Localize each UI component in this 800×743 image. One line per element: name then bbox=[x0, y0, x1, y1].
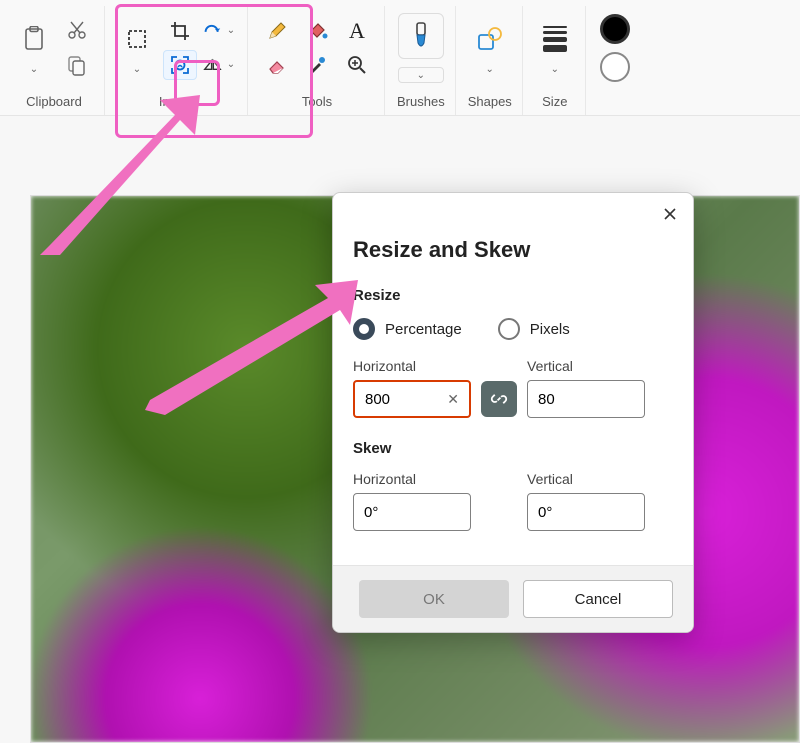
ok-button[interactable]: OK bbox=[359, 580, 509, 618]
image-label: Image bbox=[159, 94, 195, 109]
radio-indicator-selected bbox=[353, 318, 375, 340]
color-picker-tool[interactable] bbox=[300, 50, 334, 80]
paste-icon bbox=[23, 26, 45, 52]
shapes-icon bbox=[476, 26, 504, 52]
shapes-label: Shapes bbox=[468, 94, 512, 109]
copy-button[interactable] bbox=[60, 51, 94, 81]
link-icon bbox=[490, 390, 508, 408]
dialog-title: Resize and Skew bbox=[353, 237, 673, 263]
skew-horizontal-input[interactable]: 0° bbox=[353, 493, 471, 531]
fill-tool[interactable] bbox=[300, 16, 334, 46]
size-button[interactable] bbox=[535, 20, 575, 58]
close-button[interactable] bbox=[659, 203, 681, 225]
cancel-label: Cancel bbox=[575, 591, 622, 608]
pencil-tool[interactable] bbox=[260, 16, 294, 46]
flip-dropdown[interactable]: ⌄ bbox=[225, 57, 237, 71]
brushes-label: Brushes bbox=[397, 94, 445, 109]
text-icon: A bbox=[349, 18, 365, 44]
vertical-label: Vertical bbox=[527, 358, 645, 374]
rotate-dropdown[interactable]: ⌄ bbox=[225, 23, 237, 37]
size-dropdown[interactable]: ⌄ bbox=[548, 62, 562, 76]
color-swatches bbox=[588, 6, 636, 115]
horizontal-value: 800 bbox=[365, 391, 390, 408]
skew-vertical-label: Vertical bbox=[527, 471, 645, 487]
crop-button[interactable] bbox=[163, 16, 197, 46]
ok-label: OK bbox=[423, 591, 445, 608]
percentage-label: Percentage bbox=[385, 321, 462, 338]
shapes-dropdown[interactable]: ⌄ bbox=[483, 62, 497, 76]
skew-vertical-input[interactable]: 0° bbox=[527, 493, 645, 531]
clipboard-label: Clipboard bbox=[26, 94, 82, 109]
eyedropper-icon bbox=[307, 55, 327, 75]
color-2-swatch[interactable] bbox=[600, 52, 630, 82]
rotate-icon bbox=[203, 22, 222, 40]
size-icon bbox=[543, 26, 567, 52]
brush-button[interactable] bbox=[398, 13, 444, 59]
close-icon bbox=[664, 208, 676, 220]
resize-button[interactable] bbox=[163, 50, 197, 80]
select-button[interactable] bbox=[117, 20, 157, 58]
group-tools: A Tools bbox=[250, 6, 385, 115]
tools-label: Tools bbox=[302, 94, 332, 109]
skew-section-label: Skew bbox=[353, 440, 673, 457]
horizontal-label: Horizontal bbox=[353, 358, 471, 374]
resize-icon bbox=[169, 54, 191, 76]
vertical-value: 80 bbox=[538, 391, 555, 408]
paste-dropdown[interactable]: ⌄ bbox=[27, 62, 41, 76]
pencil-icon bbox=[267, 21, 287, 41]
color-1-swatch[interactable] bbox=[600, 14, 630, 44]
paste-button[interactable] bbox=[14, 20, 54, 58]
ribbon-toolbar: ⌄ Clipboard bbox=[0, 0, 800, 116]
group-image: ⌄ ⌄ bbox=[107, 6, 248, 115]
vertical-input[interactable]: 80 bbox=[527, 380, 645, 418]
horizontal-input[interactable]: 800 ✕ bbox=[353, 380, 471, 418]
zoom-tool[interactable] bbox=[340, 50, 374, 80]
resize-section-label: Resize bbox=[353, 287, 673, 304]
cut-button[interactable] bbox=[60, 15, 94, 45]
select-dropdown[interactable]: ⌄ bbox=[130, 62, 144, 76]
eraser-icon bbox=[267, 56, 287, 74]
group-clipboard: ⌄ Clipboard bbox=[4, 6, 105, 115]
brush-dropdown[interactable]: ⌄ bbox=[398, 67, 444, 83]
clear-horizontal-button[interactable]: ✕ bbox=[447, 391, 459, 408]
crop-icon bbox=[170, 21, 190, 41]
pixels-radio[interactable]: Pixels bbox=[498, 318, 570, 340]
resize-skew-dialog: Resize and Skew Resize Percentage Pixels… bbox=[332, 192, 694, 633]
scissors-icon bbox=[67, 20, 87, 40]
skew-horizontal-label: Horizontal bbox=[353, 471, 471, 487]
magnifier-icon bbox=[347, 55, 367, 75]
percentage-radio[interactable]: Percentage bbox=[353, 318, 462, 340]
text-tool[interactable]: A bbox=[340, 16, 374, 46]
shapes-button[interactable] bbox=[470, 20, 510, 58]
pixels-label: Pixels bbox=[530, 321, 570, 338]
copy-icon bbox=[68, 56, 86, 76]
dialog-footer: OK Cancel bbox=[333, 565, 693, 632]
skew-horizontal-value: 0° bbox=[364, 504, 378, 521]
cancel-button[interactable]: Cancel bbox=[523, 580, 673, 618]
radio-indicator bbox=[498, 318, 520, 340]
resize-unit-radios: Percentage Pixels bbox=[353, 318, 673, 340]
eraser-tool[interactable] bbox=[260, 50, 294, 80]
group-brushes: ⌄ Brushes bbox=[387, 6, 456, 115]
size-label: Size bbox=[542, 94, 567, 109]
flip-icon bbox=[203, 57, 222, 73]
bucket-icon bbox=[306, 21, 328, 41]
flip-button[interactable]: ⌄ bbox=[203, 50, 237, 80]
maintain-aspect-button[interactable] bbox=[481, 381, 517, 417]
brush-icon bbox=[409, 21, 433, 51]
select-icon bbox=[126, 28, 148, 50]
rotate-button[interactable]: ⌄ bbox=[203, 16, 237, 46]
group-shapes: ⌄ Shapes bbox=[458, 6, 523, 115]
skew-vertical-value: 0° bbox=[538, 504, 552, 521]
group-size: ⌄ Size bbox=[525, 6, 586, 115]
